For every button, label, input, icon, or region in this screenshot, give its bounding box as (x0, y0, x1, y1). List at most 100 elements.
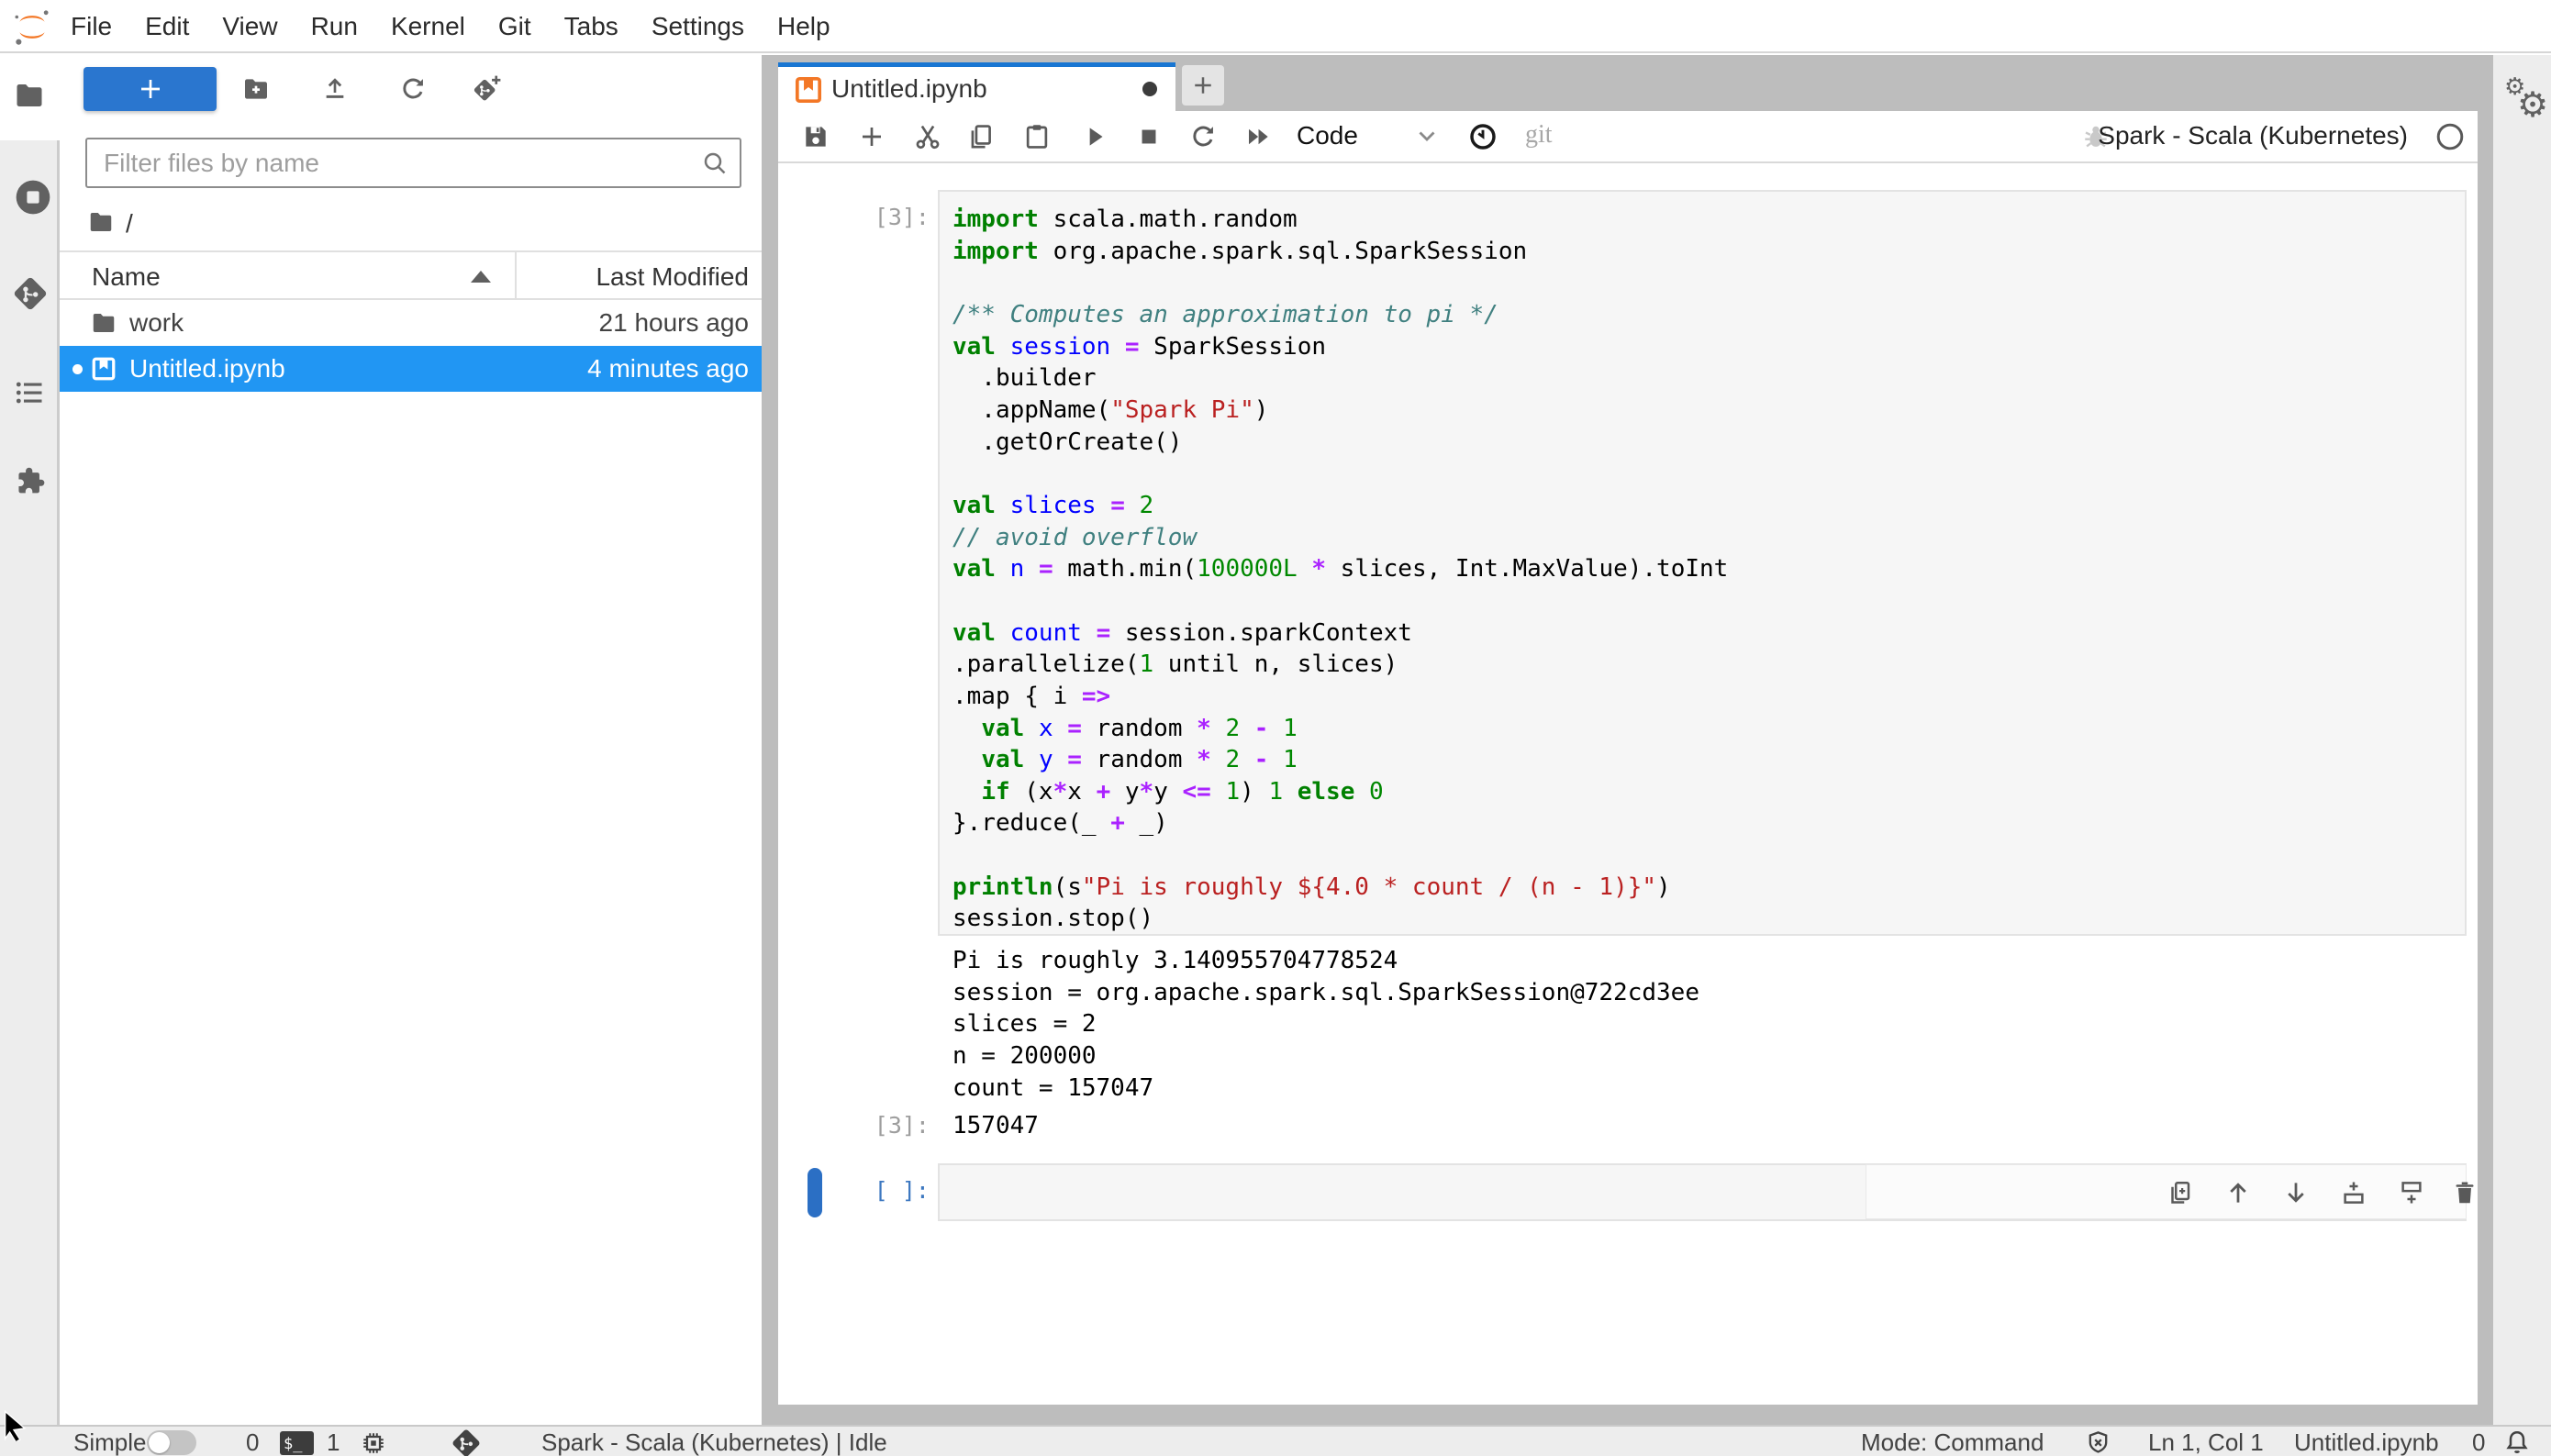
mouse-cursor (0, 1410, 31, 1441)
jupyterlab-window: File Edit View Run Kernel Git Tabs Settings Help… (0, 0, 2551, 1456)
menu-item-git[interactable]: Git (498, 12, 531, 41)
table-of-contents-icon[interactable] (13, 376, 46, 409)
unsaved-changes-dot[interactable] (1142, 82, 1157, 96)
property-inspector-gears-icon[interactable]: ⚙ ⚙ (2502, 73, 2548, 125)
file-modified: 21 hours ago (598, 308, 749, 337)
restart-icon[interactable] (1188, 122, 1218, 151)
menu-item-view[interactable]: View (222, 12, 277, 41)
run-icon[interactable] (1080, 122, 1109, 151)
sort-ascending-icon[interactable] (471, 271, 491, 283)
panel-divider[interactable] (762, 55, 778, 1425)
output-line: slices = 2 (952, 1010, 1097, 1039)
restart-run-all-icon[interactable] (1243, 122, 1273, 151)
kernels-count[interactable]: 1 (327, 1428, 340, 1456)
menu-item-kernel[interactable]: Kernel (391, 12, 465, 41)
refresh-icon[interactable] (398, 74, 428, 104)
new-tab-button[interactable] (1182, 65, 1224, 106)
cell-type-select[interactable]: Code (1297, 121, 1358, 150)
output-line: n = 200000 (952, 1041, 1097, 1070)
trust-shield-icon[interactable] (2085, 1429, 2111, 1456)
notifications-count[interactable]: 0 (2472, 1428, 2485, 1456)
extensions-icon[interactable] (13, 464, 46, 497)
status-filename: Untitled.ipynb (2294, 1428, 2439, 1456)
history-clock-icon[interactable] (1468, 122, 1498, 151)
menu-item-settings[interactable]: Settings (652, 12, 744, 41)
delete-cell-icon[interactable] (2451, 1179, 2479, 1206)
menu-items: File Edit View Run Kernel Git Tabs Settings Help (71, 0, 830, 53)
bell-icon[interactable] (2503, 1428, 2531, 1456)
notebook-toolbar: Code git Spark - Scala (Kubernetes) (778, 111, 2478, 163)
notebook-scrollbar[interactable] (2478, 55, 2493, 1425)
move-cell-up-icon[interactable] (2224, 1179, 2252, 1206)
upload-icon[interactable] (320, 74, 350, 104)
status-bar: Simple 0 $_ 1 Spark - Scala (Kubernetes)… (0, 1425, 2551, 1456)
column-header-name[interactable]: Name (92, 262, 161, 292)
menu-item-tabs[interactable]: Tabs (564, 12, 618, 41)
insert-cell-below-icon[interactable] (2398, 1179, 2425, 1206)
running-dot (72, 364, 83, 374)
breadcrumb[interactable]: / (126, 209, 133, 239)
code-cell-editor[interactable]: import scala.math.random import org.apach… (938, 190, 2467, 936)
notebook-icon (90, 355, 117, 383)
terminals-count[interactable]: 0 (246, 1428, 259, 1456)
file-name: work (129, 308, 184, 337)
tab-title: Untitled.ipynb (831, 74, 987, 103)
cursor-position[interactable]: Ln 1, Col 1 (2148, 1428, 2264, 1456)
command-mode-indicator[interactable]: Mode: Command (1861, 1428, 2044, 1456)
search-icon (701, 150, 729, 177)
copy-icon[interactable] (966, 122, 996, 151)
add-cell-icon[interactable] (857, 122, 886, 151)
tab-untitled-ipynb[interactable]: Untitled.ipynb (778, 62, 1175, 111)
file-row-untitled-ipynb[interactable]: Untitled.ipynb 4 minutes ago (60, 346, 762, 392)
simple-mode-toggle[interactable] (147, 1430, 196, 1455)
terminal-badge-icon[interactable]: $_ (280, 1431, 314, 1455)
file-modified: 4 minutes ago (587, 354, 749, 383)
jupyter-logo (11, 6, 53, 49)
cell-input-prompt: [3]: (874, 204, 930, 230)
duplicate-cell-icon[interactable] (2167, 1179, 2194, 1206)
move-cell-down-icon[interactable] (2282, 1179, 2310, 1206)
git-branch-icon[interactable] (451, 1428, 481, 1456)
file-row-work[interactable]: work 21 hours ago (60, 300, 762, 346)
filter-files-box (85, 138, 741, 188)
kernel-status-text[interactable]: Spark - Scala (Kubernetes) | Idle (541, 1428, 887, 1456)
menu-item-run[interactable]: Run (311, 12, 358, 41)
menu-item-help[interactable]: Help (777, 12, 830, 41)
kernel-chip-icon[interactable] (360, 1429, 387, 1456)
new-launcher-button[interactable] (84, 67, 217, 111)
cut-icon[interactable] (913, 122, 942, 151)
insert-cell-above-icon[interactable] (2340, 1179, 2367, 1206)
notebook-icon (793, 74, 824, 106)
kernel-name[interactable]: Spark - Scala (Kubernetes) (2098, 121, 2408, 150)
new-folder-icon[interactable] (241, 74, 271, 104)
column-divider[interactable] (515, 252, 517, 298)
dock-bottom-gap (778, 1405, 2478, 1425)
cell-output-stream: Pi is roughly 3.140955704778524 session =… (952, 945, 1699, 1104)
folder-icon[interactable] (13, 79, 46, 112)
breadcrumb-folder-icon[interactable] (87, 208, 115, 236)
empty-cell-prompt: [ ]: (874, 1177, 930, 1204)
kernel-status-circle-icon[interactable] (2435, 122, 2465, 151)
stop-icon[interactable] (1134, 122, 1164, 151)
git-icon[interactable] (13, 276, 48, 311)
column-header-modified[interactable]: Last Modified (596, 262, 749, 292)
cell-output-result: 157047 (952, 1112, 1039, 1139)
git-toolbar-label[interactable]: git (1525, 120, 1553, 150)
file-list-header: Name Last Modified (60, 250, 762, 300)
filter-files-input[interactable] (87, 139, 740, 186)
active-cell-collapser[interactable] (808, 1168, 822, 1217)
git-clone-icon[interactable] (473, 74, 502, 104)
menu-item-edit[interactable]: Edit (145, 12, 189, 41)
running-kernels-icon[interactable] (13, 177, 53, 217)
menu-item-file[interactable]: File (71, 12, 112, 41)
menu-bar: File Edit View Run Kernel Git Tabs Settings Help (0, 0, 2551, 53)
file-browser: / Name Last Modified work 21 hours ago Unt… (60, 55, 762, 1425)
right-activity-bar: ⚙ ⚙ (2493, 55, 2551, 1425)
notebook-panel: [3]: import scala.math.random import org.… (778, 163, 2478, 1405)
chevron-down-icon[interactable] (1413, 122, 1441, 150)
cell-output-prompt: [3]: (874, 1112, 930, 1139)
save-icon[interactable] (801, 122, 830, 151)
folder-icon (90, 309, 117, 337)
left-activity-bar (0, 55, 60, 1425)
paste-icon[interactable] (1022, 122, 1052, 151)
